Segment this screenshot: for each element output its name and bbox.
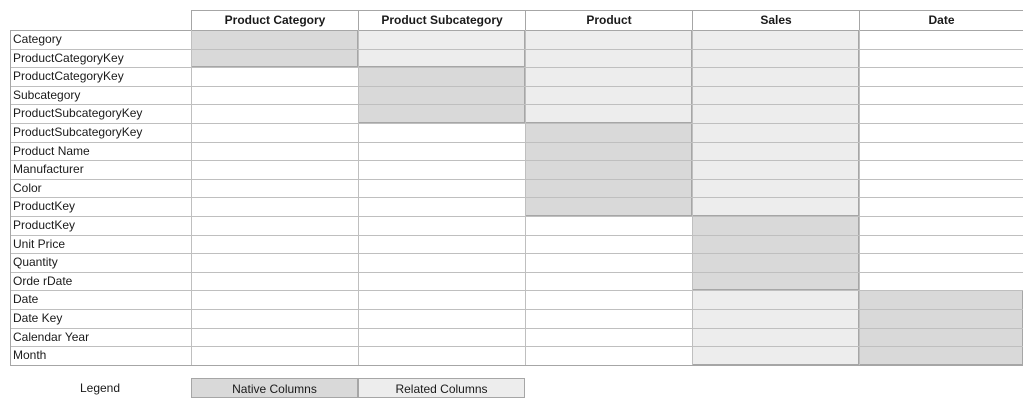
column-header: Product Category xyxy=(191,10,358,30)
row-label: Manufacturer xyxy=(10,160,191,179)
related-block xyxy=(525,30,692,123)
legend-label: Legend xyxy=(79,381,121,395)
column-divider xyxy=(191,30,192,365)
row-label: ProductCategoryKey xyxy=(10,67,191,86)
row-divider xyxy=(10,30,1023,31)
row-label: Product Name xyxy=(10,141,191,161)
native-block xyxy=(525,123,692,216)
column-header: Date xyxy=(859,10,1023,30)
column-header: Product Subcategory xyxy=(358,10,525,30)
row-label: Subcategory xyxy=(10,85,191,105)
row-label: Unit Price xyxy=(10,234,191,254)
row-label: Calendar Year xyxy=(10,327,191,347)
row-label: Orde rDate xyxy=(10,271,191,291)
column-header: Sales xyxy=(692,10,859,30)
row-label: Category xyxy=(10,30,191,49)
row-label: Date xyxy=(10,290,191,309)
column-divider xyxy=(692,30,693,365)
column-divider xyxy=(859,30,860,365)
table-grid: Product Category Product Subcategory Produ… xyxy=(0,0,1023,403)
legend-related-swatch: Related Columns xyxy=(358,378,525,398)
column-header: Product xyxy=(525,10,692,30)
row-label: ProductSubcategoryKey xyxy=(10,104,191,123)
row-divider xyxy=(10,364,1023,366)
row-label: Quantity xyxy=(10,253,191,272)
row-label: ProductKey xyxy=(10,216,191,235)
row-label: Month xyxy=(10,346,191,365)
legend-native-swatch: Native Columns xyxy=(191,378,358,398)
column-divider xyxy=(358,30,359,365)
row-label: ProductKey xyxy=(10,197,191,216)
row-label: ProductCategoryKey xyxy=(10,48,191,68)
row-label: Color xyxy=(10,178,191,198)
column-divider xyxy=(525,30,526,365)
row-label: Date Key xyxy=(10,309,191,328)
native-block xyxy=(358,67,525,123)
row-label: ProductSubcategoryKey xyxy=(10,123,191,142)
